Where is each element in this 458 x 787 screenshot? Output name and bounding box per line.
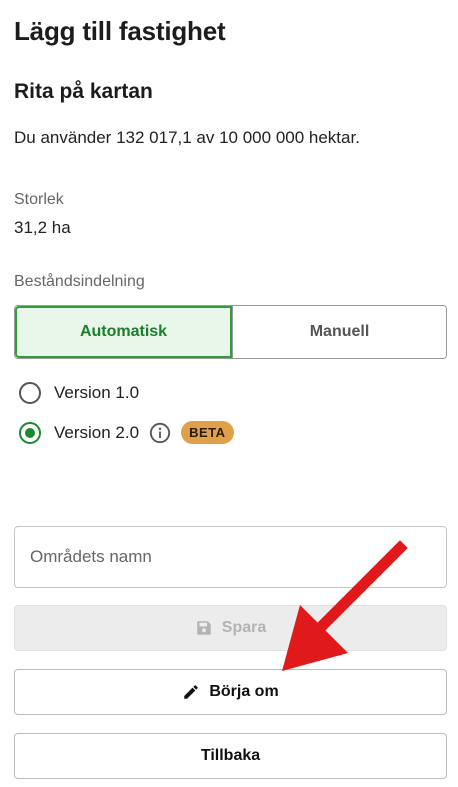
manual-option[interactable]: Manuell (232, 306, 446, 358)
restart-label: Börja om (209, 683, 279, 700)
stand-division-toggle: Automatisk Manuell (14, 305, 447, 359)
usage-text: Du använder 132 017,1 av 10 000 000 hekt… (14, 128, 360, 147)
back-label: Tillbaka (200, 747, 261, 764)
save-label: Spara (221, 619, 267, 636)
size-label: Storlek (14, 191, 64, 208)
version-2-label: Version 2.0 (54, 422, 140, 442)
automatic-option[interactable]: Automatisk (15, 306, 232, 358)
save-button[interactable]: Spara (14, 605, 447, 651)
info-circle-icon[interactable] (149, 422, 171, 444)
page-title: Lägg till fastighet (14, 16, 226, 46)
pencil-icon (184, 685, 199, 699)
floppy-disk-icon (197, 621, 211, 635)
back-button[interactable]: Tillbaka (14, 733, 447, 779)
version-1-radio[interactable] (19, 382, 41, 404)
restart-button[interactable]: Börja om (14, 669, 447, 715)
version-1-label: Version 1.0 (54, 383, 140, 402)
beta-badge: BETA (181, 421, 234, 444)
size-value: 31,2 ha (14, 218, 71, 237)
stand-division-label: Beståndsindelning (14, 273, 145, 290)
area-name-input[interactable] (14, 526, 447, 588)
section-title: Rita på kartan (14, 80, 153, 103)
version-2-option[interactable]: Version 2.0 BETA (19, 421, 234, 444)
version-2-radio[interactable] (19, 421, 41, 444)
version-1-option[interactable]: Version 1.0 (19, 382, 139, 404)
